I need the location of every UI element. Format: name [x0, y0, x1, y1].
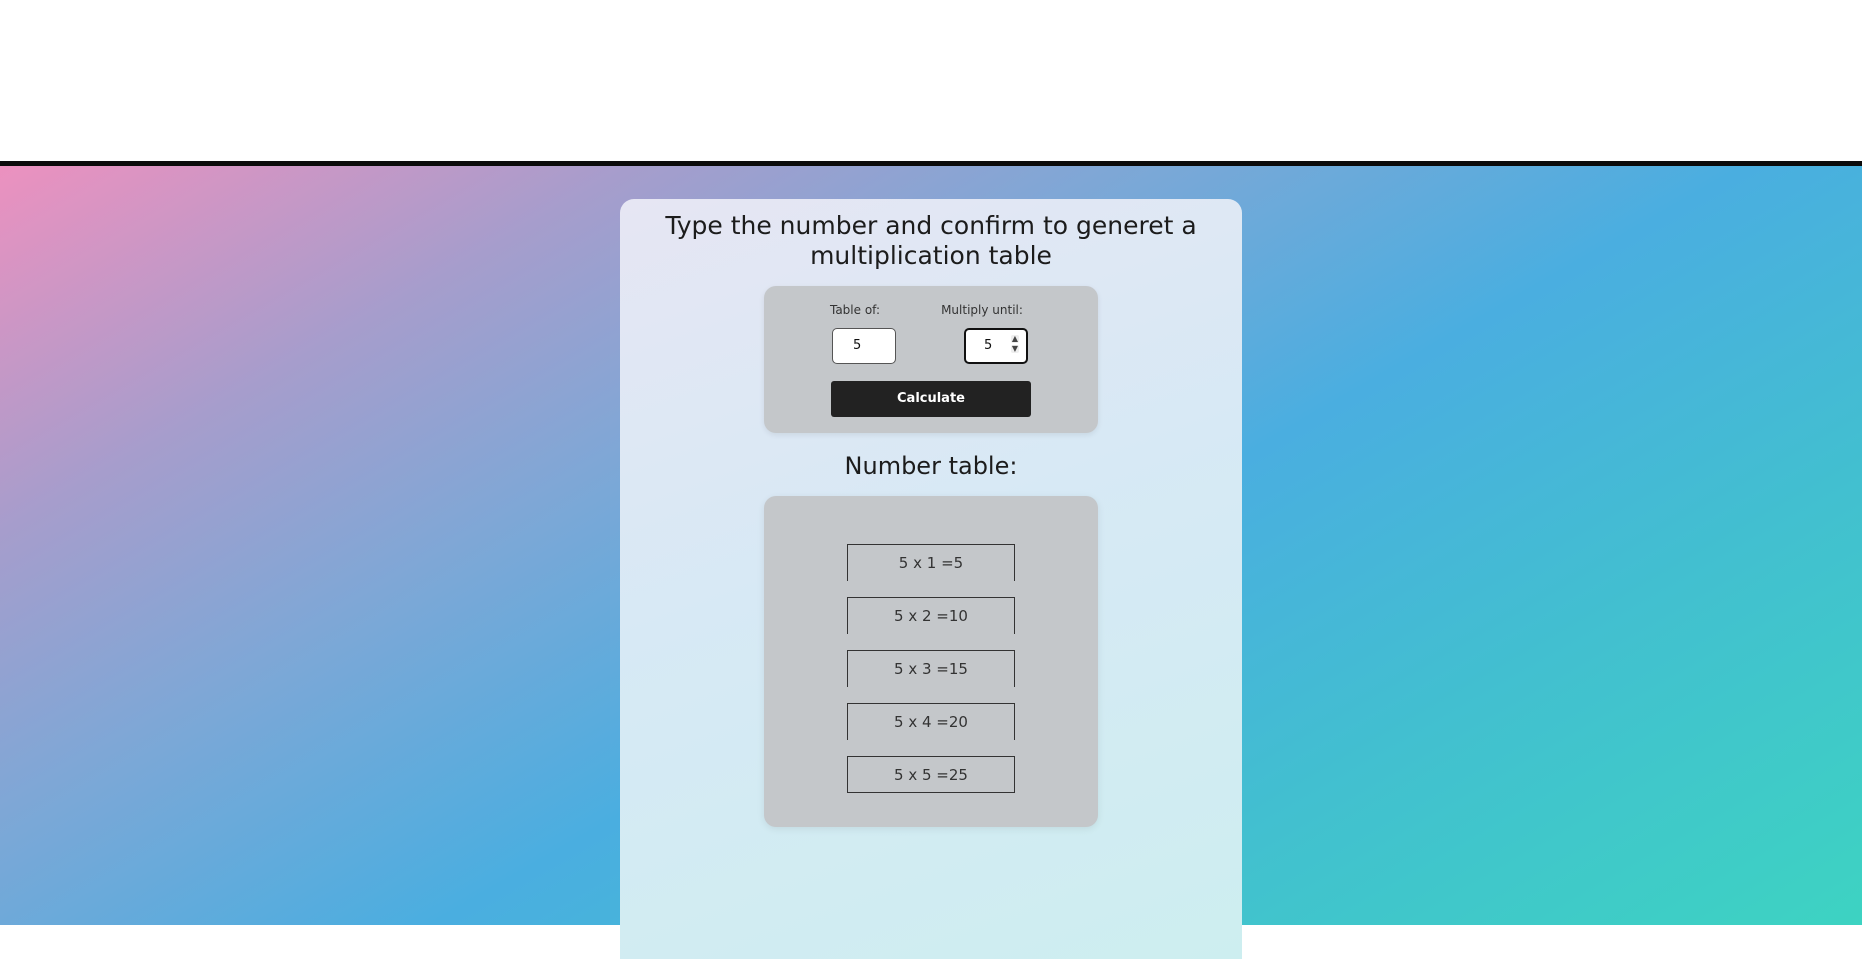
table-row: 5 x 3 =15: [847, 650, 1015, 687]
page-title-line-2: multiplication table: [810, 241, 1052, 270]
page-title: Type the number and confirm to generet a…: [620, 211, 1242, 271]
table-row: 5 x 1 =5: [847, 544, 1015, 581]
number-spinner[interactable]: ▲ ▼: [1011, 335, 1021, 357]
multiply-until-input[interactable]: 5 ▲ ▼: [964, 328, 1028, 364]
multiply-until-label: Multiply until:: [941, 303, 1023, 317]
spin-down-icon[interactable]: ▼: [1011, 345, 1019, 353]
results-title: Number table:: [844, 452, 1018, 480]
table-row: 5 x 2 =10: [847, 597, 1015, 634]
page-title-line-1: Type the number and confirm to generet a: [665, 211, 1197, 240]
calculate-button[interactable]: Calculate: [831, 381, 1031, 417]
main-panel: Type the number and confirm to generet a…: [620, 199, 1242, 959]
spin-up-icon[interactable]: ▲: [1011, 335, 1019, 343]
table-of-input[interactable]: 5: [832, 328, 896, 364]
multiply-until-value: 5: [984, 338, 993, 353]
table-of-label: Table of:: [829, 303, 881, 317]
input-form: Table of: Multiply until: 5 5 ▲ ▼ Calcul…: [764, 286, 1098, 433]
results-table: 5 x 1 =5 5 x 2 =10 5 x 3 =15 5 x 4 =20 5…: [764, 496, 1098, 827]
top-blank-area: [0, 0, 1862, 161]
table-row: 5 x 5 =25: [847, 756, 1015, 793]
table-row: 5 x 4 =20: [847, 703, 1015, 740]
